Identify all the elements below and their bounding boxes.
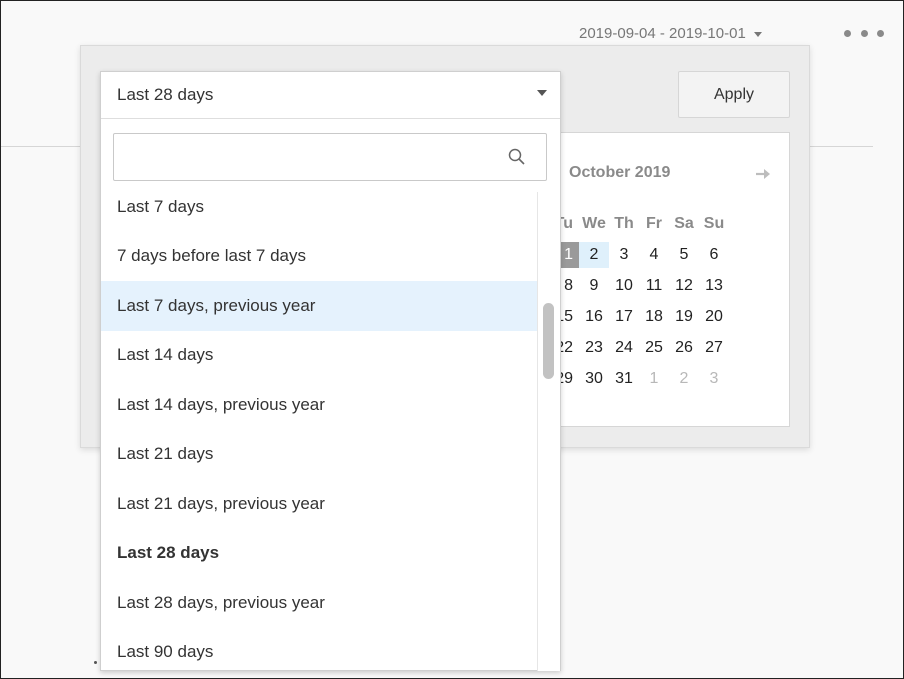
apply-button[interactable]: Apply xyxy=(678,71,790,118)
calendar-week-row: 123456 xyxy=(557,239,779,270)
more-options-button[interactable] xyxy=(844,24,884,42)
calendar-weekday: Fr xyxy=(646,214,662,232)
calendar-day[interactable]: 31 xyxy=(609,366,639,392)
calendar-day[interactable]: 3 xyxy=(699,366,729,392)
dropdown-search xyxy=(113,133,547,181)
calendar-day[interactable]: 9 xyxy=(579,273,609,299)
calendar-day[interactable]: 23 xyxy=(579,335,609,361)
calendar-day[interactable]: 11 xyxy=(639,273,669,299)
dropdown-option[interactable]: Last 14 days xyxy=(101,331,537,381)
search-input[interactable] xyxy=(114,134,504,180)
calendar-week-row: 29 30 31 1 2 3 xyxy=(555,363,779,394)
date-range-toggle[interactable]: 2019-09-04 - 2019-10-01 xyxy=(579,22,762,44)
dropdown-option[interactable]: Last 28 days, previous year xyxy=(101,578,537,628)
scrollbar[interactable] xyxy=(537,192,560,671)
more-dots-icon xyxy=(860,29,868,37)
calendar-day[interactable]: 2 xyxy=(579,241,609,268)
dropdown-option[interactable]: Last 14 days, previous year xyxy=(101,380,537,430)
calendar-day[interactable]: 26 xyxy=(669,335,699,361)
calendar-day[interactable]: 25 xyxy=(639,335,669,361)
calendar-day[interactable]: 5 xyxy=(669,242,699,268)
calendar-month-title: October 2019 xyxy=(569,164,671,181)
calendar-weekday: Su xyxy=(703,214,725,232)
calendar-week-row: 15 16 17 18 19 20 xyxy=(555,301,779,332)
dropdown-option[interactable]: Last 21 days xyxy=(101,430,537,480)
calendar-day[interactable]: 6 xyxy=(699,242,729,268)
dropdown-option[interactable]: Last 7 days xyxy=(101,182,537,232)
calendar-day[interactable]: 17 xyxy=(609,304,639,330)
caret-down-icon xyxy=(537,90,547,96)
calendar-day[interactable]: 1 xyxy=(639,366,669,392)
calendar-day[interactable]: 19 xyxy=(669,304,699,330)
calendar-day[interactable]: 27 xyxy=(699,335,729,361)
calendar-day[interactable]: 3 xyxy=(609,242,639,268)
dropdown-option[interactable]: Last 21 days, previous year xyxy=(101,479,537,529)
page-frame: 2019-09-04 - 2019-10-01 Apply October 20… xyxy=(0,0,904,679)
more-dots-icon xyxy=(844,29,851,37)
calendar-day[interactable]: 13 xyxy=(699,273,729,299)
calendar-grid: Tu We Th Fr Sa Su 1 2 3 4 5 6 8 9 10 11 12 13 15 16 17 18 19 20… xyxy=(555,208,779,394)
arrow-right-icon[interactable] xyxy=(755,167,771,181)
calendar-day[interactable]: 10 xyxy=(609,273,639,299)
calendar: October 2019 Tu We Th Fr Sa Su 1 2 3 4 5 6 8 9 10 11 12 1… xyxy=(555,132,790,427)
calendar-day[interactable]: 4 xyxy=(639,242,669,268)
calendar-week-row: 22 23 24 25 26 27 xyxy=(555,332,779,363)
scrollbar-thumb[interactable] xyxy=(543,303,554,379)
search-icon xyxy=(508,148,525,165)
calendar-weekday: Th xyxy=(614,214,634,232)
calendar-weekday-row: Tu We Th Fr Sa Su xyxy=(555,208,779,239)
dropdown-option[interactable]: Last 28 days xyxy=(101,529,537,579)
calendar-day[interactable]: 2 xyxy=(669,366,699,392)
date-range-label: 2019-09-04 - 2019-10-01 xyxy=(579,24,746,42)
calendar-day[interactable]: 16 xyxy=(579,304,609,330)
range-select[interactable]: Last 28 days xyxy=(101,72,560,119)
more-dots-icon xyxy=(877,29,884,37)
calendar-day[interactable]: 24 xyxy=(609,335,639,361)
decorative-dot xyxy=(94,661,97,664)
calendar-week-row: 8 9 10 11 12 13 xyxy=(557,270,779,301)
dropdown-option[interactable]: Last 90 days xyxy=(101,628,537,672)
dropdown-option[interactable]: 7 days before last 7 days xyxy=(101,232,537,282)
calendar-weekday: Sa xyxy=(674,214,694,232)
calendar-weekday: We xyxy=(582,214,606,232)
dropdown-list: Last 7 days 7 days before last 7 days Last… xyxy=(101,182,537,671)
calendar-day[interactable]: 12 xyxy=(669,273,699,299)
calendar-day[interactable]: 18 xyxy=(639,304,669,330)
range-dropdown: Last 28 days Last 7 days 7 days before la… xyxy=(100,71,561,671)
calendar-day[interactable]: 20 xyxy=(699,304,729,330)
range-select-value: Last 28 days xyxy=(117,85,214,104)
dropdown-option[interactable]: Last 7 days, previous year xyxy=(101,281,537,331)
calendar-day[interactable]: 30 xyxy=(579,366,609,392)
caret-down-icon xyxy=(753,31,762,37)
